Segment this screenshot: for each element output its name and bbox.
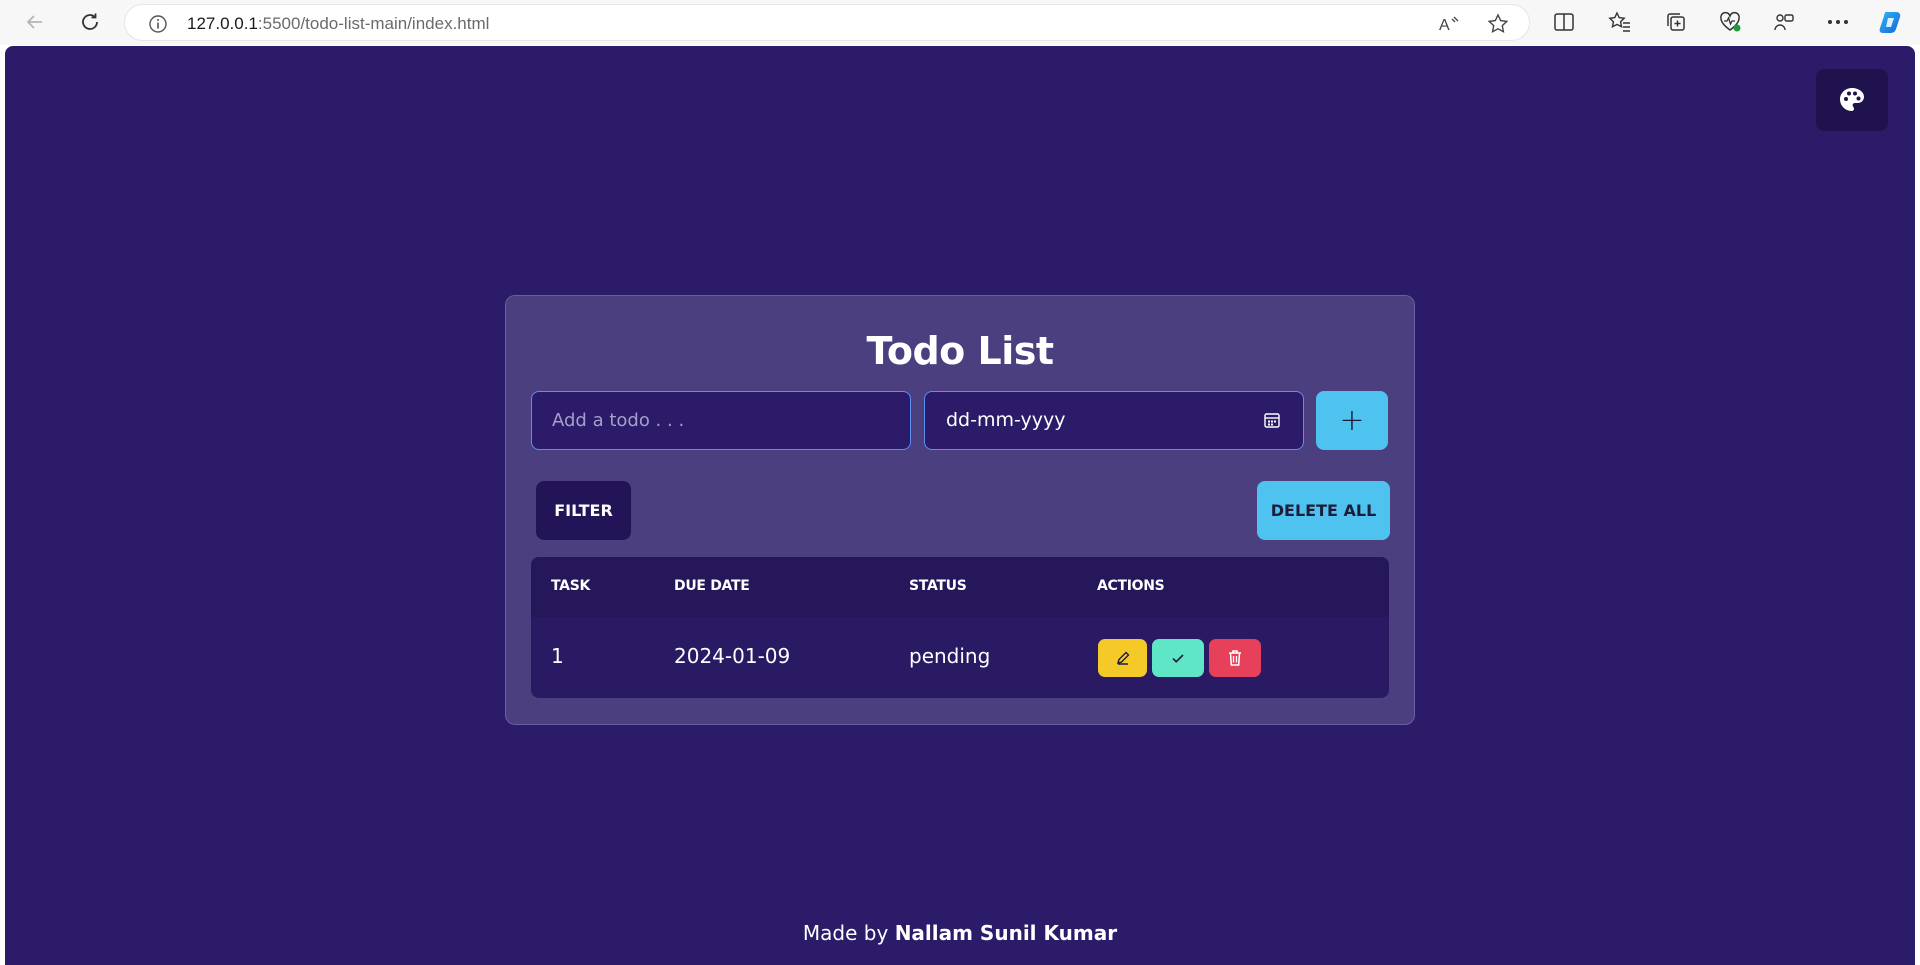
url-host: 127.0.0.1 <box>187 14 258 33</box>
table-header: TASK DUE DATE STATUS ACTIONS <box>531 557 1389 617</box>
reload-button[interactable] <box>73 7 107 37</box>
calendar-icon[interactable] <box>1263 411 1281 429</box>
todo-input[interactable] <box>531 391 911 450</box>
delete-all-button[interactable]: DELETE ALL <box>1257 481 1390 540</box>
favorites-icon[interactable] <box>1606 9 1634 35</box>
palette-icon <box>1840 88 1864 111</box>
filter-button[interactable]: FILTER <box>536 481 631 540</box>
add-todo-button[interactable]: + <box>1316 391 1388 450</box>
page-title: Todo List <box>866 329 1054 373</box>
more-menu-icon[interactable] <box>1824 9 1852 35</box>
header-actions: ACTIONS <box>1097 578 1165 594</box>
header-due-date: DUE DATE <box>674 578 750 594</box>
footer-author: Nallam Sunil Kumar <box>894 921 1118 945</box>
todo-table: TASK DUE DATE STATUS ACTIONS 1 2024-01-0… <box>531 557 1389 698</box>
todo-card: Todo List dd-mm-yyyy + FILTER DELETE ALL… <box>505 295 1415 725</box>
url-text[interactable]: 127.0.0.1:5500/todo-list-main/index.html <box>187 14 489 34</box>
reload-icon <box>82 13 98 30</box>
read-aloud-icon[interactable]: A <box>1436 12 1462 36</box>
pencil-icon <box>1116 651 1129 665</box>
complete-button[interactable] <box>1152 639 1204 677</box>
back-button[interactable] <box>18 7 52 37</box>
task-cell: 1 <box>551 644 564 668</box>
trash-icon <box>1229 650 1241 666</box>
split-screen-icon[interactable] <box>1550 9 1578 35</box>
header-task: TASK <box>551 578 591 594</box>
footer: Made by Nallam Sunil Kumar <box>5 921 1915 945</box>
check-icon <box>1172 654 1184 663</box>
copilot-icon[interactable] <box>1877 9 1905 35</box>
due-date-input[interactable]: dd-mm-yyyy <box>924 391 1304 450</box>
status-cell: pending <box>909 644 991 668</box>
edit-button[interactable] <box>1098 639 1147 677</box>
date-placeholder: dd-mm-yyyy <box>946 409 1066 431</box>
browser-toolbar: 127.0.0.1:5500/todo-list-main/index.html… <box>0 0 1920 45</box>
plus-icon: + <box>1339 402 1365 438</box>
back-arrow-icon <box>26 15 42 29</box>
address-bar[interactable]: 127.0.0.1:5500/todo-list-main/index.html… <box>124 4 1530 41</box>
favorite-star-icon[interactable] <box>1485 12 1511 36</box>
url-path: :5500/todo-list-main/index.html <box>257 14 490 33</box>
browser-essentials-icon[interactable] <box>1716 9 1744 35</box>
footer-prefix: Made by <box>802 921 889 945</box>
collections-icon[interactable] <box>1662 9 1690 35</box>
theme-toggle-button[interactable] <box>1816 69 1888 131</box>
page-viewport: Todo List dd-mm-yyyy + FILTER DELETE ALL… <box>5 46 1915 965</box>
extensions-icon[interactable] <box>1770 9 1798 35</box>
delete-button[interactable] <box>1209 639 1261 677</box>
svg-text:A: A <box>1439 17 1450 34</box>
due-date-cell: 2024-01-09 <box>674 644 791 668</box>
header-status: STATUS <box>909 578 967 594</box>
site-info-icon[interactable] <box>145 12 171 36</box>
